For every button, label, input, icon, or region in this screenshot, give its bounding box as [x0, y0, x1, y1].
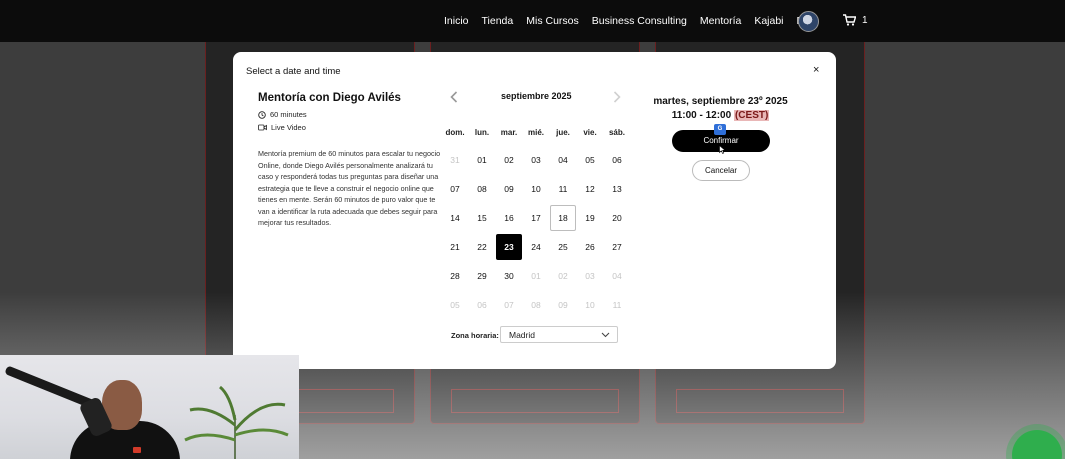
calendar-day: 03: [585, 271, 595, 281]
calendar-day[interactable]: 25: [550, 234, 576, 260]
calendar-day[interactable]: 06: [604, 147, 630, 173]
chevron-down-icon: [601, 332, 610, 338]
nav-link-inicio[interactable]: Inicio: [444, 15, 469, 27]
selected-time-range: 11:00 - 12:00: [671, 110, 732, 121]
calendar-day[interactable]: 04: [550, 147, 576, 173]
calendar-day[interactable]: 03: [523, 147, 549, 173]
calendar-day[interactable]: 14: [442, 205, 468, 231]
calendar-day[interactable]: 19: [577, 205, 603, 231]
event-description: Mentoría premium de 60 minutos para esca…: [258, 149, 441, 227]
event-duration: 60 minutes: [258, 110, 307, 119]
calendar-day[interactable]: 10: [523, 176, 549, 202]
weekday-header: lun.: [474, 128, 490, 137]
calendar-day[interactable]: 11: [550, 176, 576, 202]
next-month-button[interactable]: [613, 91, 621, 106]
calendar-day[interactable]: 16: [496, 205, 522, 231]
calendar-day: 07: [504, 300, 514, 310]
nav-links: Inicio Tienda Mis Cursos Business Consultin…: [444, 0, 818, 42]
calendar-day[interactable]: 09: [496, 176, 522, 202]
calendar-day[interactable]: 24: [523, 234, 549, 260]
timezone-value: Madrid: [509, 329, 535, 340]
weekday-header: jue.: [556, 128, 570, 137]
calendar-day: 01: [531, 271, 541, 281]
clock-icon: [258, 110, 266, 119]
video-camera-icon: [258, 124, 267, 131]
weekday-header: vie.: [583, 128, 597, 137]
calendar-day: 06: [477, 300, 487, 310]
calendar-day-today[interactable]: 18: [550, 205, 576, 231]
calendar-day: 02: [558, 271, 568, 281]
calendar-day[interactable]: 08: [469, 176, 495, 202]
shirt-logo: [133, 447, 141, 453]
weekday-header: dom.: [445, 128, 465, 137]
timezone-label: Zona horaria:: [451, 331, 499, 340]
calendar-day[interactable]: 17: [523, 205, 549, 231]
calendar-day: 04: [612, 271, 622, 281]
calendar-day: 08: [531, 300, 541, 310]
prev-month-button[interactable]: [450, 91, 458, 106]
nav-link-kajabi[interactable]: Kajabi: [754, 15, 783, 27]
calendar-day: 05: [450, 300, 460, 310]
calendar-month-label: septiembre 2025: [501, 91, 572, 101]
event-title: Mentoría con Diego Avilés: [258, 92, 401, 104]
event-location-text: Live Video: [271, 123, 306, 132]
calendar-day[interactable]: 02: [496, 147, 522, 173]
weekday-header: mié.: [527, 128, 544, 137]
calendar-day[interactable]: 28: [442, 263, 468, 289]
calendar-day: 10: [585, 300, 595, 310]
weekday-header: sáb.: [608, 128, 625, 137]
cart-count: 1: [862, 14, 868, 26]
timezone-select[interactable]: Madrid: [500, 326, 618, 343]
calendar-day-selected[interactable]: 23: [496, 234, 522, 260]
calendar-day[interactable]: 20: [604, 205, 630, 231]
calendar-day[interactable]: 07: [442, 176, 468, 202]
nav-link-tienda[interactable]: Tienda: [482, 15, 514, 27]
chevron-right-icon: [613, 91, 621, 103]
webcam-overlay: [0, 355, 299, 459]
plant-decoration: [184, 385, 289, 459]
weekday-header: mar.: [500, 128, 518, 137]
chevron-left-icon: [450, 91, 458, 103]
cancel-button[interactable]: Cancelar: [692, 160, 750, 181]
event-duration-text: 60 minutes: [270, 110, 307, 119]
calendar-day: 31: [450, 155, 460, 165]
top-navbar: Inicio Tienda Mis Cursos Business Consultin…: [0, 0, 1065, 42]
selected-time: 11:00 - 12:00 (CEST): [643, 110, 798, 121]
cart-button[interactable]: 1: [843, 14, 868, 26]
calendar-day[interactable]: 27: [604, 234, 630, 260]
nav-link-mis-cursos[interactable]: Mis Cursos: [526, 15, 579, 27]
calendar-day[interactable]: 22: [469, 234, 495, 260]
modal-title: Select a date and time: [246, 66, 341, 77]
calendar-day: 11: [612, 300, 622, 310]
nav-link-business-consulting[interactable]: Business Consulting: [592, 15, 687, 27]
calendar-day[interactable]: 15: [469, 205, 495, 231]
calendar-day[interactable]: 29: [469, 263, 495, 289]
avatar[interactable]: [798, 11, 819, 32]
close-icon[interactable]: ×: [813, 64, 819, 76]
calendar-day[interactable]: 12: [577, 176, 603, 202]
calendar-day[interactable]: 01: [469, 147, 495, 173]
calendar-day[interactable]: 05: [577, 147, 603, 173]
calendar-day: 09: [558, 300, 568, 310]
selected-date: martes, septiembre 23º 2025: [653, 96, 788, 107]
translate-icon: G: [714, 124, 726, 135]
nav-link-mentoría[interactable]: Mentoría: [700, 15, 741, 27]
calendar-day[interactable]: 21: [442, 234, 468, 260]
event-location: Live Video: [258, 123, 306, 132]
calendar-day[interactable]: 30: [496, 263, 522, 289]
mouse-cursor-icon: [719, 145, 726, 154]
cart-icon: [843, 14, 856, 26]
calendar-day[interactable]: 13: [604, 176, 630, 202]
selected-timezone-badge: (CEST): [733, 110, 770, 121]
calendar-day[interactable]: 26: [577, 234, 603, 260]
date-time-modal: Select a date and time × Mentoría con Di…: [233, 52, 836, 369]
